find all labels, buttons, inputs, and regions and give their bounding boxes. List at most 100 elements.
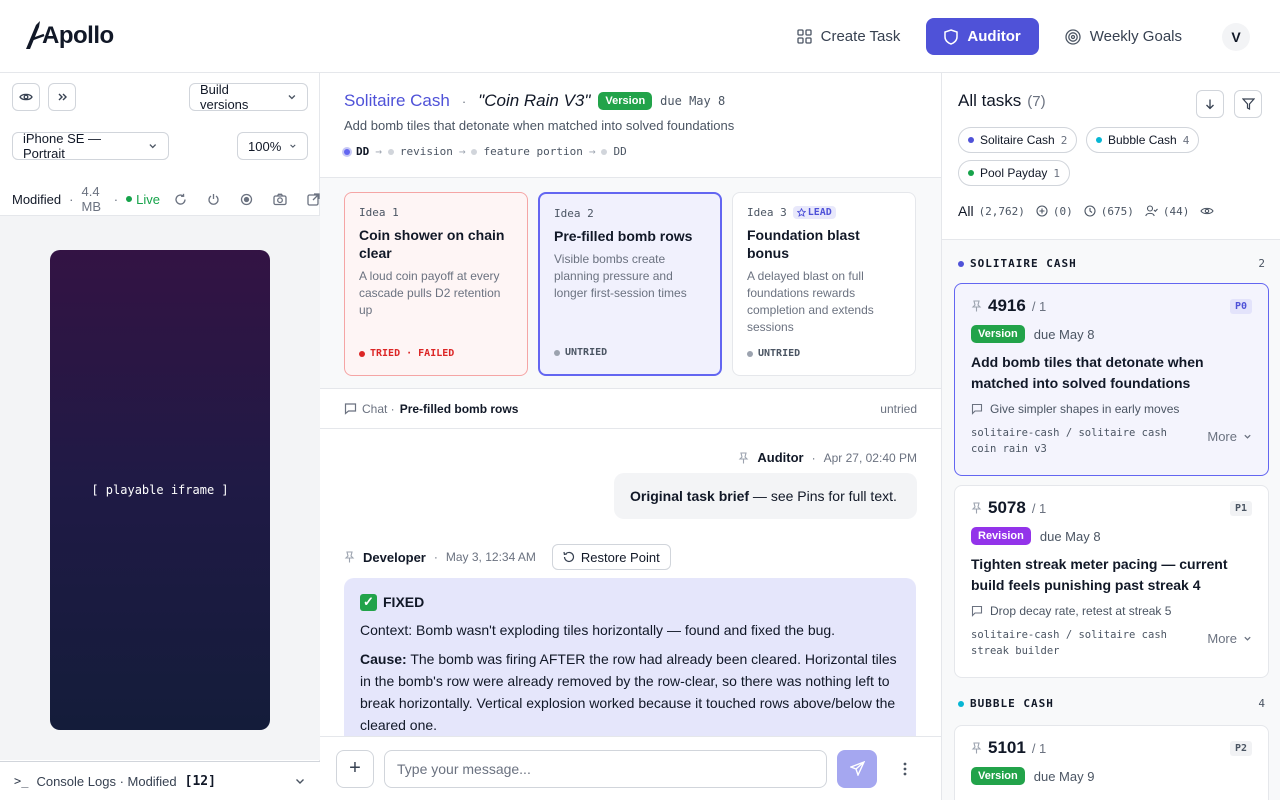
version-title: "Coin Rain V3" xyxy=(478,91,591,110)
build-status-row: Modified · 4.4 MB · Live xyxy=(0,184,320,214)
task-card-5078[interactable]: 5078 / 1 P1 Revision due May 8 Tighten s… xyxy=(954,485,1269,678)
camera-icon[interactable] xyxy=(273,193,287,206)
toggle-visibility-button[interactable] xyxy=(12,83,40,111)
filter-pending[interactable]: (675) xyxy=(1084,205,1134,218)
plus-circle-icon xyxy=(1036,205,1048,217)
developer-author: Developer xyxy=(363,549,426,565)
task-id: 4916 xyxy=(988,296,1026,315)
task-type-badge: Version xyxy=(971,767,1025,785)
filter-watching[interactable] xyxy=(1200,205,1215,217)
grid-icon xyxy=(796,29,812,44)
task-list: SOLITAIRE CASH 2 4916 / 1 P0 Version due… xyxy=(942,239,1280,800)
game-chip-solitaire[interactable]: Solitaire Cash 2 xyxy=(958,127,1078,153)
apollo-logo[interactable]: Apollo xyxy=(24,20,114,52)
chevron-down-icon xyxy=(296,779,304,784)
task-card-4916[interactable]: 4916 / 1 P0 Version due May 8 Add bomb t… xyxy=(954,283,1269,476)
more-options-button[interactable] xyxy=(895,762,915,776)
eye-icon xyxy=(19,93,33,101)
workflow-step[interactable]: DD xyxy=(613,145,626,158)
weekly-goals-button[interactable]: Weekly Goals xyxy=(1051,18,1196,55)
eye-icon xyxy=(1200,207,1215,215)
task-iteration: / 1 xyxy=(1031,298,1047,314)
filter-button[interactable] xyxy=(1234,90,1262,118)
more-button[interactable]: More xyxy=(1207,429,1252,444)
task-header: Solitaire Cash · "Coin Rain V3" Version … xyxy=(344,91,924,158)
device-select[interactable]: iPhone SE — Portrait xyxy=(12,131,169,161)
double-chevron-right-icon xyxy=(58,93,67,101)
filter-icon xyxy=(1241,98,1255,110)
game-chip-pool[interactable]: Pool Payday 1 xyxy=(958,160,1071,186)
reload-icon[interactable] xyxy=(174,193,187,206)
record-icon[interactable] xyxy=(240,193,253,206)
workflow-step[interactable]: revision xyxy=(400,145,453,158)
task-subtitle: Add bomb tiles that detonate when matche… xyxy=(344,118,735,133)
idea-card-2[interactable]: Idea 2 Pre-filled bomb rows Visible bomb… xyxy=(538,192,722,376)
status-filters: All (2,762) (0) (675) (44) xyxy=(958,203,1215,219)
chat-idea-name: Pre-filled bomb rows xyxy=(399,401,519,416)
task-iteration: / 1 xyxy=(1031,500,1047,516)
attach-button[interactable]: + xyxy=(336,749,374,788)
external-link-icon[interactable] xyxy=(307,192,320,206)
task-type-badge: Version xyxy=(971,325,1025,343)
chevron-down-icon xyxy=(290,144,296,148)
restore-point-button[interactable]: Restore Point xyxy=(551,544,671,570)
task-due: due May 9 xyxy=(1033,768,1095,784)
task-title: Add bomb tiles that detonate when matche… xyxy=(971,354,1204,391)
idea-status: UNTRIED xyxy=(747,348,800,359)
user-avatar[interactable]: V xyxy=(1222,22,1250,51)
power-icon[interactable] xyxy=(207,193,220,206)
star-icon xyxy=(796,208,806,217)
message-input[interactable] xyxy=(384,749,827,788)
pin-icon[interactable] xyxy=(738,451,749,464)
user-check-icon xyxy=(1145,205,1158,217)
shield-icon xyxy=(944,28,959,45)
priority-badge: P1 xyxy=(1229,500,1252,516)
filter-all[interactable]: All (2,762) xyxy=(958,203,1025,219)
build-versions-select[interactable]: Build versions xyxy=(189,82,308,112)
auditor-author: Auditor xyxy=(757,450,804,465)
idea-card-1[interactable]: Idea 1 Coin shower on chain clear A loud… xyxy=(344,192,528,376)
auditor-button[interactable]: Auditor xyxy=(926,18,1039,55)
playable-iframe[interactable]: [ playable iframe ] xyxy=(50,250,270,730)
zoom-select[interactable]: 100% xyxy=(237,132,308,160)
auditor-message: Original task brief — see Pins for full … xyxy=(614,473,917,519)
fix-cause: Cause: The bomb was firing AFTER the row… xyxy=(360,651,897,733)
sort-button[interactable] xyxy=(1196,90,1224,118)
version-badge: Version xyxy=(598,92,653,110)
arrow-down-icon xyxy=(1206,99,1214,110)
preview-toolbar: Build versions xyxy=(0,82,320,112)
idea-status: TRIED · FAILED xyxy=(359,348,454,359)
console-count: [12] xyxy=(184,773,216,789)
workflow-step[interactable]: DD xyxy=(356,145,369,158)
filter-new[interactable]: (0) xyxy=(1036,205,1073,218)
build-size: 4.4 MB xyxy=(81,184,101,214)
chat-state: untried xyxy=(880,401,917,416)
game-chip-bubble[interactable]: Bubble Cash 4 xyxy=(1086,127,1200,153)
zoom-label: 100% xyxy=(248,138,282,154)
priority-badge: P0 xyxy=(1229,298,1252,314)
console-logs-bar[interactable]: >_ Console Logs · Modified [12] xyxy=(0,761,320,800)
group-header-solitaire: SOLITAIRE CASH 2 xyxy=(958,257,1265,270)
group-header-bubble: BUBBLE CASH 4 xyxy=(958,697,1265,710)
pin-icon[interactable] xyxy=(971,300,982,312)
idea-number: Idea 3 xyxy=(747,206,787,219)
pin-icon[interactable] xyxy=(971,502,982,514)
task-type-badge: Revision xyxy=(971,527,1031,545)
console-label: Console Logs · Modified xyxy=(36,773,177,789)
workflow-step[interactable]: feature portion xyxy=(483,145,582,158)
idea-title: Foundation blast bonus xyxy=(747,227,860,261)
task-card-5101[interactable]: 5101 / 1 P2 Version due May 9 xyxy=(954,725,1269,800)
filter-assigned[interactable]: (44) xyxy=(1145,205,1189,218)
collapse-panel-button[interactable] xyxy=(48,83,76,111)
create-task-button[interactable]: Create Task xyxy=(783,18,915,55)
pin-icon[interactable] xyxy=(971,742,982,754)
chevron-down-icon xyxy=(149,144,157,149)
game-link[interactable]: Solitaire Cash xyxy=(344,91,450,111)
send-button[interactable] xyxy=(837,749,877,788)
idea-card-3[interactable]: Idea 3 LEAD Foundation blast bonus A del… xyxy=(732,192,916,376)
developer-timestamp: May 3, 12:34 AM xyxy=(445,550,536,564)
task-note: Drop decay rate, retest at streak 5 xyxy=(971,604,1252,618)
create-task-label: Create Task xyxy=(820,28,901,45)
more-button[interactable]: More xyxy=(1207,631,1252,646)
pin-icon[interactable] xyxy=(344,551,355,563)
